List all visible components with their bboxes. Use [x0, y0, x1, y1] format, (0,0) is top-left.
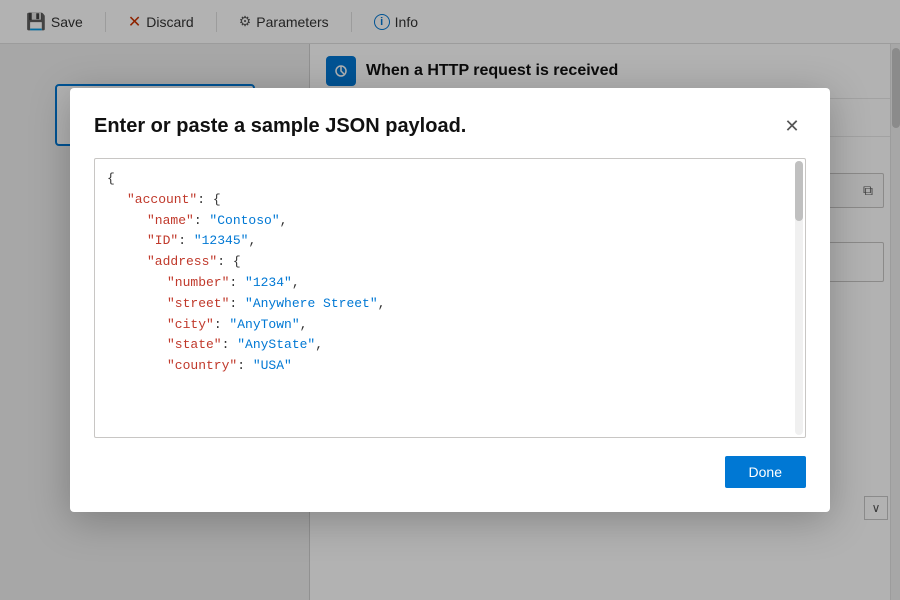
json-scrollbar-thumb — [795, 161, 803, 221]
json-line: "ID": "12345", — [107, 231, 793, 252]
modal-dialog: Enter or paste a sample JSON payload. ✕ … — [70, 88, 830, 512]
modal-close-button[interactable]: ✕ — [778, 112, 806, 140]
modal-header: Enter or paste a sample JSON payload. ✕ — [94, 112, 806, 140]
json-line: "country": "USA" — [107, 356, 793, 377]
json-line: "city": "AnyTown", — [107, 315, 793, 336]
modal-overlay[interactable]: Enter or paste a sample JSON payload. ✕ … — [0, 0, 900, 600]
json-line: { — [107, 169, 793, 190]
done-button[interactable]: Done — [725, 456, 806, 488]
json-scrollbar[interactable] — [795, 161, 803, 435]
json-line: "state": "AnyState", — [107, 335, 793, 356]
json-line: "name": "Contoso", — [107, 211, 793, 232]
json-line: "address": { — [107, 252, 793, 273]
json-line: "account": { — [107, 190, 793, 211]
json-line: "street": "Anywhere Street", — [107, 294, 793, 315]
json-editor[interactable]: { "account": { "name": "Contoso", "ID": … — [94, 158, 806, 438]
modal-footer: Done — [94, 456, 806, 488]
modal-title: Enter or paste a sample JSON payload. — [94, 115, 466, 138]
json-line: "number": "1234", — [107, 273, 793, 294]
